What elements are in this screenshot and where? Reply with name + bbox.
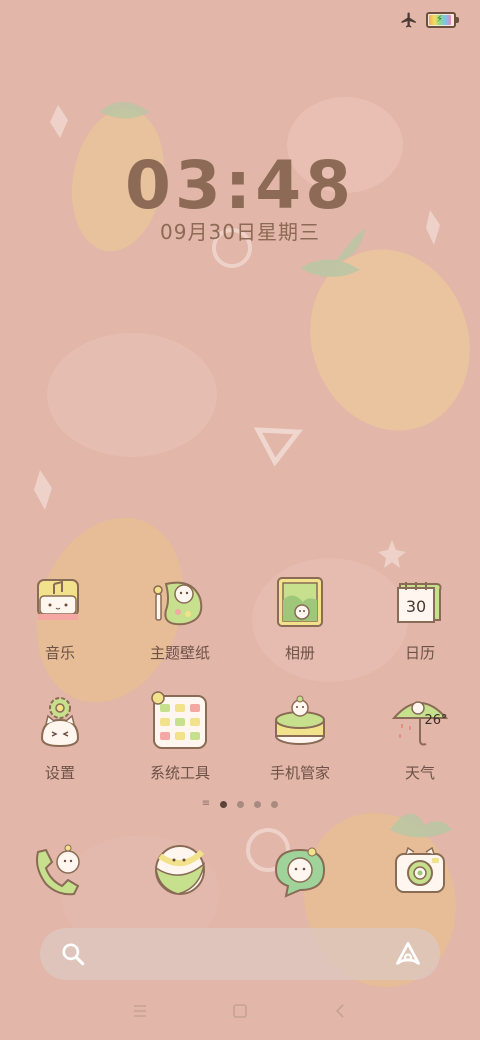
app-label: 日历	[404, 644, 435, 662]
gallery-icon	[277, 577, 323, 627]
weather-icon: 26°	[391, 701, 449, 746]
app-calendar[interactable]: 30 日历	[360, 570, 480, 663]
weather-temp: 26°	[424, 713, 447, 728]
browser-icon	[155, 845, 206, 895]
app-label: 相册	[284, 644, 315, 662]
menu-icon[interactable]	[130, 1001, 150, 1021]
app-music[interactable]: 音乐	[0, 570, 120, 663]
app-label: 天气	[404, 764, 435, 782]
app-row-1: 音乐 主题壁纸 相册 30 日历	[0, 570, 480, 663]
charging-icon: ⚡	[436, 14, 444, 25]
app-label: 音乐	[44, 644, 75, 662]
theme-wallpaper-icon	[153, 581, 203, 626]
dock	[0, 838, 480, 902]
page-dot[interactable]	[237, 800, 245, 808]
dock-browser[interactable]	[120, 838, 240, 902]
dock-messages[interactable]	[240, 838, 360, 902]
app-label: 设置	[44, 764, 75, 782]
page-list-icon[interactable]: ≡	[202, 799, 210, 809]
system-tools-icon	[151, 691, 207, 749]
app-settings[interactable]: 设置	[0, 690, 120, 783]
page-dot[interactable]	[220, 800, 228, 808]
assistant-icon[interactable]	[394, 940, 422, 968]
app-label: 系统工具	[149, 764, 210, 782]
calendar-day: 30	[406, 597, 426, 616]
settings-icon	[40, 697, 80, 748]
clock-time: 03:48	[124, 147, 356, 224]
app-weather[interactable]: 26° 天气	[360, 690, 480, 783]
back-icon[interactable]	[330, 1001, 350, 1021]
page-indicator[interactable]: ≡	[0, 799, 480, 809]
dock-phone[interactable]	[0, 838, 120, 902]
navigation-bar	[0, 982, 480, 1040]
search-icon[interactable]	[60, 941, 86, 967]
dock-camera[interactable]	[360, 838, 480, 902]
app-label: 主题壁纸	[149, 644, 210, 662]
phone-icon	[36, 844, 80, 896]
home-icon[interactable]	[230, 1001, 250, 1021]
app-phone-manager[interactable]: 手机管家	[240, 690, 360, 783]
battery-icon: ⚡	[426, 12, 459, 28]
camera-icon	[395, 846, 445, 893]
page-dot[interactable]	[271, 800, 279, 808]
clock-widget[interactable]: 03:48 09月30日星期三	[0, 150, 480, 245]
phone-manager-icon	[275, 695, 325, 745]
app-label: 手机管家	[269, 764, 330, 782]
status-bar: ⚡	[400, 8, 459, 32]
music-icon	[37, 579, 79, 620]
app-row-2: 设置 系统工具 手机管家 26° 天气	[0, 690, 480, 783]
airplane-icon	[401, 12, 416, 28]
app-system-tools[interactable]: 系统工具	[120, 690, 240, 783]
search-bar[interactable]	[40, 928, 440, 980]
messages-icon	[274, 847, 326, 898]
calendar-icon: 30	[397, 582, 442, 623]
app-gallery[interactable]: 相册	[240, 570, 360, 663]
app-theme-wallpaper[interactable]: 主题壁纸	[120, 570, 240, 663]
clock-date: 09月30日星期三	[160, 220, 320, 244]
page-dot[interactable]	[254, 800, 262, 808]
